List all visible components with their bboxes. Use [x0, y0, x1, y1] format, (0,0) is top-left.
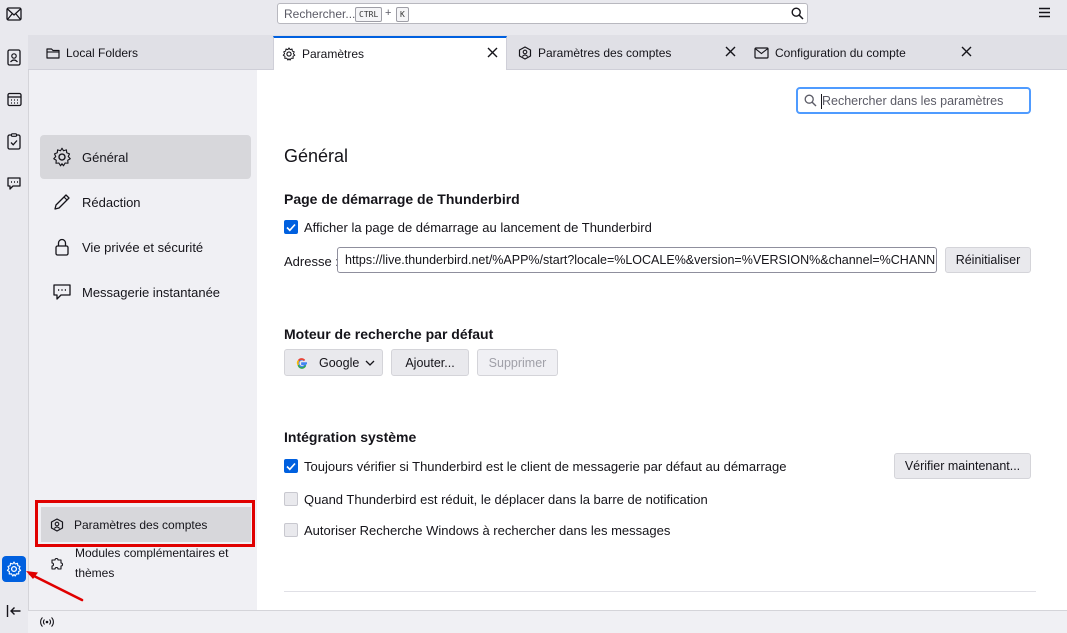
mail-settings-icon — [754, 47, 769, 59]
app-menu-icon[interactable] — [1038, 7, 1051, 18]
search-icon — [804, 94, 817, 107]
nav-item-label: Messagerie instantanée — [82, 284, 221, 300]
shortcut-plus: + — [385, 7, 392, 19]
search-engine-value: Google — [319, 355, 360, 370]
minimize-to-tray-label: Quand Thunderbird est réduit, le déplace… — [304, 492, 708, 507]
shortcut-ctrl-key: CTRL — [355, 7, 383, 22]
add-search-engine-button[interactable]: Ajouter... — [391, 349, 469, 376]
close-icon[interactable] — [725, 46, 736, 57]
system-integration-heading: Intégration système — [284, 429, 417, 445]
google-icon — [296, 357, 308, 369]
settings-search-input[interactable]: Rechercher dans les paramètres — [796, 87, 1031, 114]
lock-icon — [52, 237, 72, 257]
search-icon[interactable] — [791, 7, 804, 20]
folder-icon — [46, 47, 60, 59]
collapse-sidebar-icon[interactable] — [4, 601, 24, 621]
nav-item-label: Général — [82, 149, 129, 165]
search-placeholder: Rechercher... — [284, 7, 356, 21]
nav-item-privacy-security[interactable]: Vie privée et sécurité — [40, 225, 251, 269]
page-title: Général — [284, 146, 349, 166]
account-icon — [518, 46, 532, 60]
tab-account-settings[interactable]: Paramètres des comptes — [510, 37, 744, 69]
remove-search-engine-button[interactable]: Supprimer — [477, 349, 558, 376]
spaces-toolbar — [0, 0, 29, 633]
default-client-checkbox[interactable] — [284, 459, 298, 473]
global-search-input[interactable]: Rechercher... CTRL + K — [277, 3, 808, 24]
pencil-icon — [52, 192, 72, 212]
chat-icon[interactable] — [4, 173, 24, 193]
tab-account-configuration[interactable]: Configuration du compte — [746, 37, 980, 69]
calendar-icon[interactable] — [4, 89, 24, 109]
mail-icon[interactable] — [4, 4, 24, 24]
startpage-checkbox[interactable] — [284, 220, 298, 234]
address-label: Adresse : — [284, 254, 339, 269]
tab-local-folders[interactable]: Local Folders — [38, 37, 270, 69]
tasks-icon[interactable] — [4, 131, 24, 151]
close-icon[interactable] — [961, 46, 972, 57]
settings-search-placeholder: Rechercher dans les paramètres — [822, 94, 1004, 108]
addons-themes-label: Modules complémentaires et thèmes — [75, 546, 229, 580]
nav-item-label: Rédaction — [82, 194, 141, 210]
gear-icon — [52, 147, 72, 167]
startpage-url-value: https://live.thunderbird.net/%APP%/start… — [345, 253, 937, 267]
reset-button[interactable]: Réinitialiser — [945, 247, 1031, 273]
nav-item-composition[interactable]: Rédaction — [40, 180, 251, 224]
tab-settings[interactable]: Paramètres — [273, 36, 507, 70]
annotation-highlight-box — [35, 500, 255, 547]
startpage-heading: Page de démarrage de Thunderbird — [284, 191, 520, 207]
status-bar — [28, 610, 1067, 633]
tab-label: Local Folders — [66, 46, 139, 60]
gear-icon — [282, 47, 296, 61]
default-client-label: Toujours vérifier si Thunderbird est le … — [304, 459, 787, 474]
section-divider — [284, 591, 1036, 592]
startpage-url-input[interactable]: https://live.thunderbird.net/%APP%/start… — [337, 247, 937, 273]
minimize-to-tray-checkbox[interactable] — [284, 492, 298, 506]
startpage-checkbox-label: Afficher la page de démarrage au lanceme… — [304, 220, 652, 235]
online-status-icon[interactable] — [39, 616, 55, 628]
search-engine-heading: Moteur de recherche par défaut — [284, 326, 494, 342]
chevron-down-icon — [365, 360, 375, 366]
nav-item-chat[interactable]: Messagerie instantanée — [40, 270, 251, 314]
chat-icon — [52, 282, 72, 302]
windows-search-checkbox[interactable] — [284, 523, 298, 537]
close-icon[interactable] — [487, 47, 498, 58]
tab-label: Paramètres des comptes — [538, 46, 672, 60]
annotation-arrow — [20, 565, 86, 603]
search-engine-select[interactable]: Google — [284, 349, 383, 376]
address-book-icon[interactable] — [4, 47, 24, 67]
tab-label: Paramètres — [302, 47, 365, 61]
windows-search-label: Autoriser Recherche Windows à rechercher… — [304, 523, 671, 538]
nav-item-label: Vie privée et sécurité — [82, 239, 204, 255]
check-now-button[interactable]: Vérifier maintenant... — [894, 453, 1031, 479]
nav-item-general[interactable]: Général — [40, 135, 251, 179]
tab-label: Configuration du compte — [775, 46, 906, 60]
shortcut-k-key: K — [396, 7, 409, 22]
